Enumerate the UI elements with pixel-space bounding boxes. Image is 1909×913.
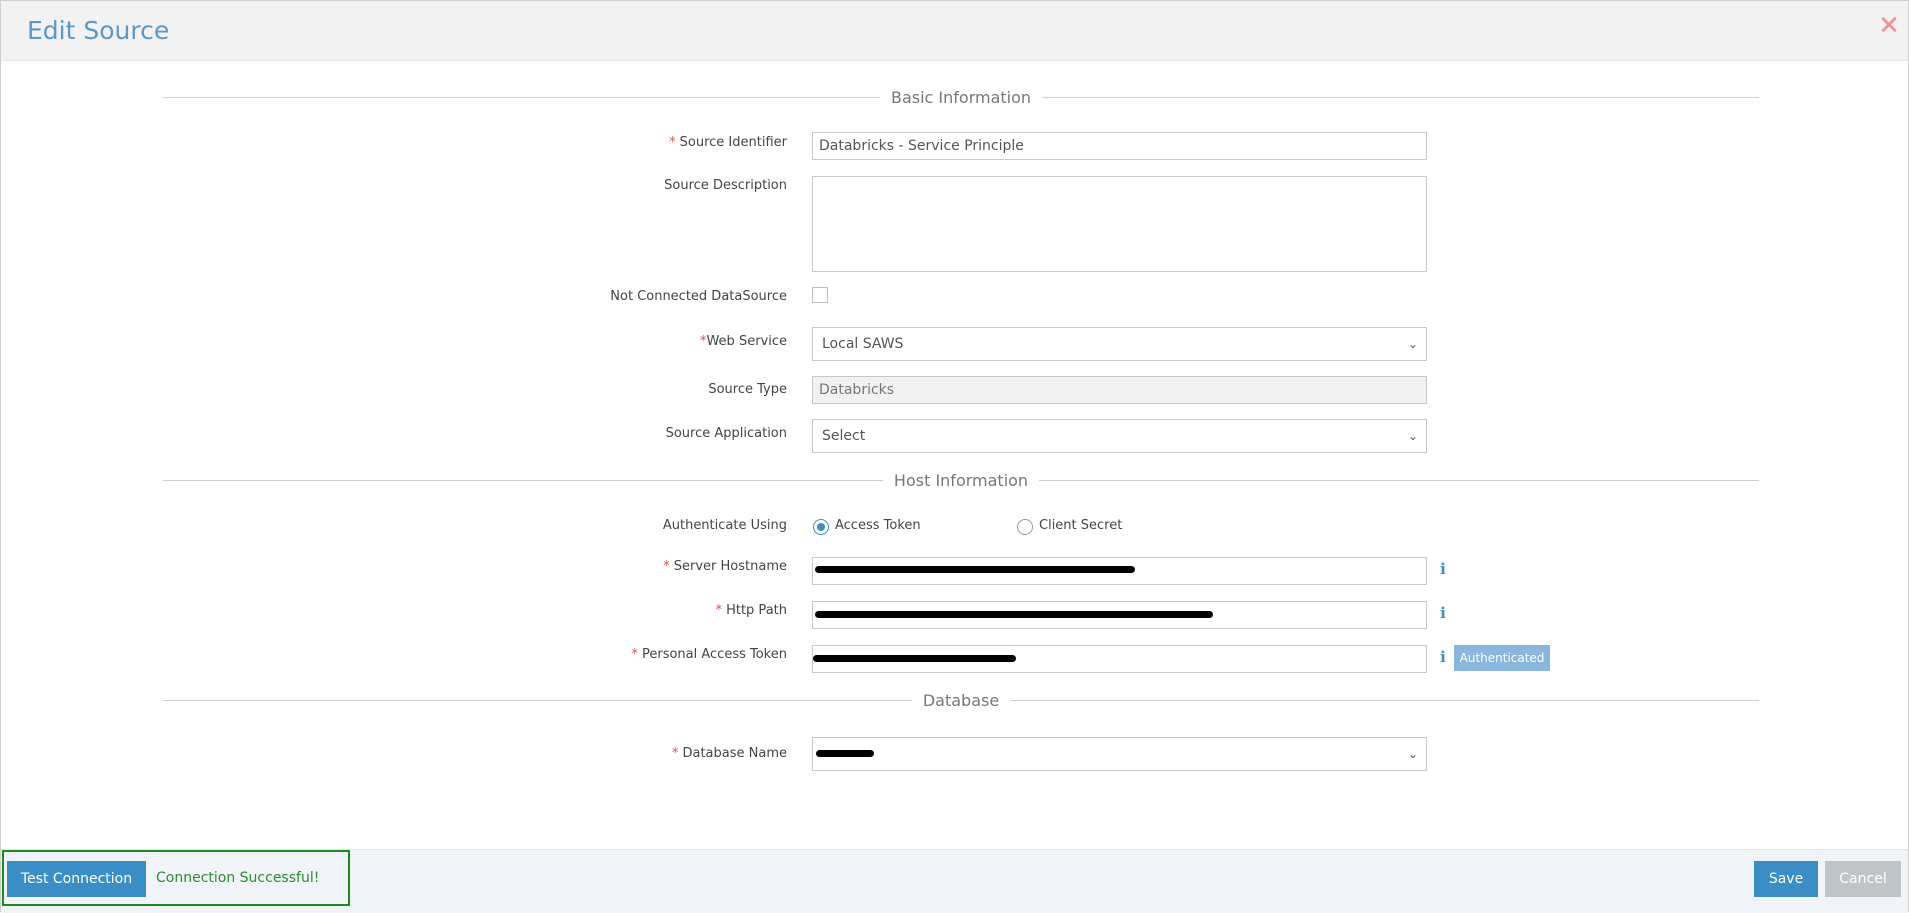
section-host-information: Host Information — [163, 471, 1759, 491]
redacted-http-path — [815, 611, 1213, 618]
dialog-title: Edit Source — [27, 16, 170, 45]
client-secret-radio-label[interactable]: Client Secret — [1039, 518, 1122, 533]
chevron-down-icon: ⌄ — [1407, 747, 1418, 761]
section-title: Database — [911, 691, 1011, 710]
section-title: Basic Information — [879, 88, 1043, 107]
not-connected-datasource-checkbox[interactable] — [812, 287, 828, 303]
web-service-value: Local SAWS — [822, 336, 904, 352]
web-service-label: *Web Service — [699, 334, 787, 349]
chevron-down-icon: ⌄ — [1407, 337, 1418, 351]
cancel-button[interactable]: Cancel — [1825, 861, 1901, 897]
source-type-label: Source Type — [708, 382, 787, 397]
edit-source-dialog: Edit Source ✕ Basic Information * Source … — [0, 0, 1909, 913]
server-hostname-label: * Server Hostname — [663, 559, 787, 574]
redacted-token — [813, 655, 1016, 662]
section-title: Host Information — [882, 471, 1040, 490]
source-application-label: Source Application — [665, 426, 787, 441]
http-path-label: * Http Path — [715, 603, 787, 618]
source-type-input: Databricks — [812, 376, 1427, 404]
source-identifier-input[interactable]: Databricks - Service Principle — [812, 132, 1427, 160]
source-description-textarea[interactable] — [812, 176, 1427, 272]
test-connection-button[interactable]: Test Connection — [7, 861, 146, 897]
source-application-value: Select — [822, 428, 866, 444]
section-database: Database — [163, 691, 1759, 711]
database-name-label: * Database Name — [671, 746, 787, 761]
source-application-select[interactable]: Select ⌄ — [812, 419, 1427, 453]
info-icon[interactable]: i — [1437, 561, 1449, 577]
chevron-down-icon: ⌄ — [1407, 429, 1418, 443]
info-icon[interactable]: i — [1437, 605, 1449, 621]
connection-status-message: Connection Successful! — [156, 870, 320, 886]
section-basic-information: Basic Information — [163, 88, 1759, 108]
source-identifier-label: * Source Identifier — [669, 135, 787, 150]
not-connected-datasource-label: Not Connected DataSource — [610, 289, 787, 304]
database-name-select[interactable]: ⌄ — [812, 737, 1427, 771]
access-token-radio[interactable] — [813, 519, 829, 535]
dialog-header: Edit Source ✕ — [1, 1, 1908, 61]
client-secret-radio[interactable] — [1017, 519, 1033, 535]
authenticate-using-label: Authenticate Using — [662, 518, 787, 533]
close-icon[interactable]: ✕ — [1876, 13, 1902, 39]
redacted-database-name — [816, 750, 874, 757]
source-description-label: Source Description — [664, 178, 787, 193]
authenticated-badge: Authenticated — [1454, 645, 1550, 671]
access-token-radio-label[interactable]: Access Token — [835, 518, 921, 533]
info-icon[interactable]: i — [1437, 649, 1449, 665]
personal-access-token-label: * Personal Access Token — [631, 647, 787, 662]
save-button[interactable]: Save — [1754, 861, 1818, 897]
redacted-hostname — [815, 566, 1135, 573]
web-service-select[interactable]: Local SAWS ⌄ — [812, 327, 1427, 361]
